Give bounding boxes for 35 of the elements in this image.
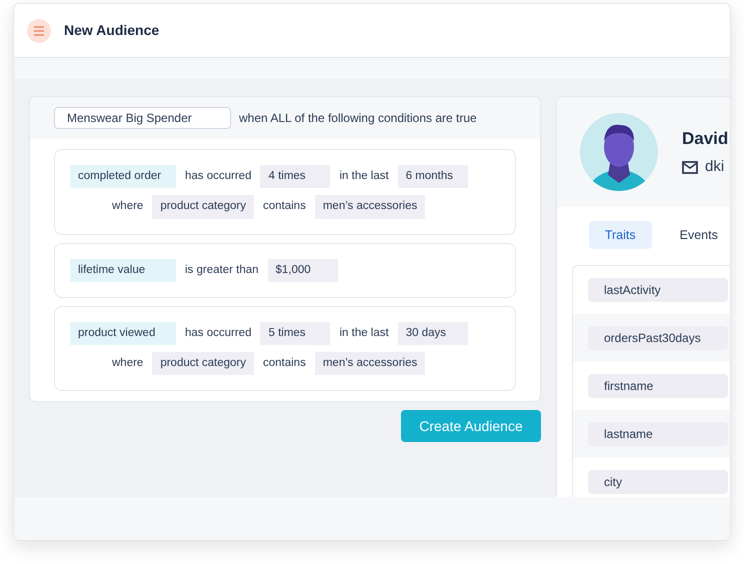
condition-text: in the last [338, 326, 390, 341]
profile-tab[interactable]: Traits [589, 221, 652, 249]
value-token[interactable]: $1,000 [268, 258, 338, 282]
value-token[interactable]: 30 days [398, 322, 468, 345]
event-token[interactable]: completed order [70, 165, 176, 188]
condition-text: has occurred [184, 169, 252, 184]
value-token[interactable]: 6 months [398, 165, 468, 188]
audience-name-field[interactable]: Menswear Big Spender [54, 107, 231, 129]
rule-text: when ALL of the following conditions are true [239, 110, 477, 127]
value-token[interactable]: men’s accessories [314, 352, 426, 376]
trait-name: lastActivity [588, 278, 728, 302]
value-token[interactable]: men’s accessories [314, 195, 426, 218]
profile-tab[interactable]: Events [668, 221, 730, 249]
condition-text: has occurred [184, 326, 252, 341]
trait-name: lastname [588, 422, 728, 446]
profile-email: dki [705, 157, 724, 177]
condition-text: in the last [338, 169, 390, 184]
condition-text: contains [262, 199, 307, 214]
value-token[interactable]: 5 times [260, 322, 330, 345]
value-token[interactable]: 4 times [260, 165, 330, 188]
trait-name: firstname [588, 374, 728, 398]
value-token[interactable]: product category [152, 352, 254, 376]
condition-text: where [111, 356, 144, 371]
value-token[interactable]: product category [152, 195, 254, 218]
menu-icon[interactable] [27, 18, 51, 42]
condition-text: is greater than [184, 262, 260, 278]
condition-text: contains [262, 356, 307, 371]
event-token[interactable]: lifetime value [70, 258, 176, 282]
page-title: New Audience [64, 21, 160, 40]
condition-text: where [111, 199, 144, 214]
event-token[interactable]: product viewed [70, 322, 176, 345]
trait-name: ordersPast30days [588, 326, 728, 350]
trait-name: city [588, 470, 728, 494]
profile-name: David [682, 128, 728, 150]
mail-icon [682, 160, 698, 174]
